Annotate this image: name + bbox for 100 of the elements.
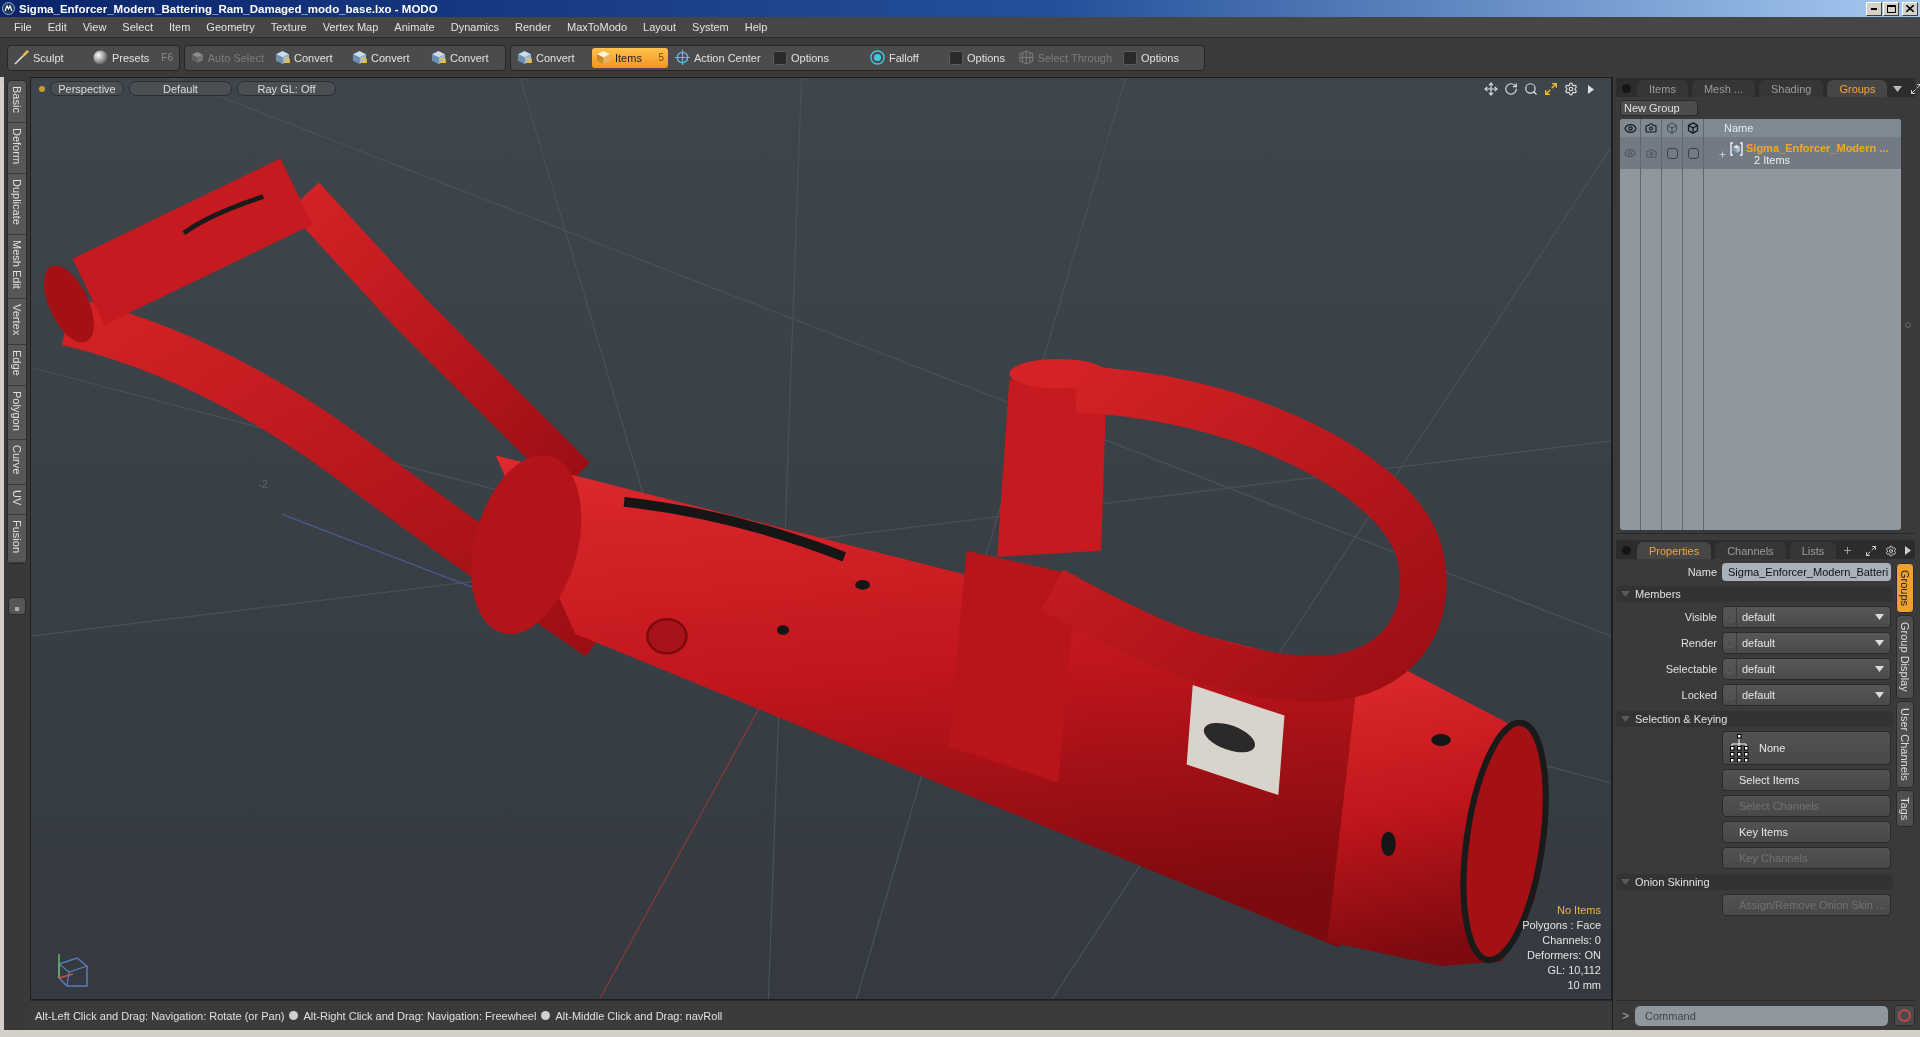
panel-tab[interactable]: Channels [1715, 542, 1786, 559]
section-header[interactable]: Selection & Keying [1616, 711, 1893, 727]
expand-icon [1865, 544, 1877, 557]
vertical-tab[interactable]: Edge [8, 344, 26, 386]
dropdown[interactable]: default [1722, 606, 1891, 628]
menu-item[interactable]: Render [507, 17, 560, 37]
vertical-tab[interactable]: Groups [1896, 563, 1914, 614]
panel-tab[interactable]: Groups [1827, 80, 1888, 97]
settings-button[interactable] [1563, 81, 1579, 97]
cube-arrow-icon [352, 50, 367, 65]
dropdown[interactable]: default [1722, 684, 1891, 706]
camera-icon [1645, 122, 1657, 134]
plus-icon [1842, 545, 1854, 556]
zoom-button[interactable] [1523, 81, 1539, 97]
vertical-tab[interactable]: Curve [8, 440, 26, 485]
dropdown[interactable]: default [1722, 658, 1891, 680]
cube-arrow-icon [431, 50, 446, 65]
command-field[interactable]: Command [1635, 1005, 1888, 1026]
dropdown[interactable]: default [1722, 632, 1891, 654]
tool-button[interactable]: Items 5 [592, 47, 668, 68]
menu-item[interactable]: Animate [386, 17, 443, 37]
caret-down-icon [1875, 666, 1884, 672]
menu-item[interactable]: Vertex Map [314, 17, 387, 37]
eye-icon [1623, 121, 1637, 135]
new-group-button[interactable]: New Group [1620, 100, 1698, 116]
view-option-button[interactable]: Default [129, 81, 232, 96]
brush-icon [14, 50, 29, 65]
menu-item[interactable]: Help [736, 17, 776, 37]
tool-button[interactable]: Presets F6 [89, 47, 177, 68]
section-header[interactable]: Onion Skinning [1616, 874, 1893, 890]
menu-item[interactable]: Item [160, 17, 199, 37]
menu-item[interactable]: File [6, 17, 40, 37]
cube-arrow-icon [517, 50, 532, 65]
section-header[interactable]: Members [1616, 586, 1893, 602]
minimize-button[interactable] [1866, 1, 1882, 16]
tool-button[interactable]: Action Center [671, 47, 766, 68]
vertical-tab[interactable]: User Channels [1896, 700, 1914, 788]
menu-item[interactable]: Texture [262, 17, 315, 37]
hierarchy-button[interactable]: None [1722, 731, 1891, 765]
caret-right-icon [1588, 84, 1594, 94]
vertical-tab[interactable]: Tags [1896, 789, 1914, 827]
checkbox-icon [1666, 147, 1678, 159]
axis-gizmo-icon [55, 952, 89, 988]
logo-icon [2, 2, 15, 15]
minimize-icon [1871, 7, 1877, 10]
menu-item[interactable]: Select [114, 17, 161, 37]
move-icon [1484, 82, 1498, 96]
vertical-tab[interactable]: Fusion [8, 515, 26, 564]
maximize-icon [1886, 4, 1896, 13]
menu-item[interactable]: Edit [39, 17, 75, 37]
vertical-tab[interactable]: Mesh Edit [8, 234, 26, 299]
menu-item[interactable]: MaxToModo [559, 17, 635, 37]
stat-text: Polygons : Face [1522, 918, 1601, 933]
menu-item[interactable]: Geometry [198, 17, 263, 37]
name-field[interactable]: Sigma_Enforcer_Modern_Batteri [1722, 563, 1891, 581]
vertical-tab[interactable]: Polygon [8, 385, 26, 441]
tool-button[interactable]: Convert [427, 47, 503, 68]
vertical-tab[interactable]: Basic [8, 81, 26, 123]
tool-button[interactable]: Options [945, 47, 1012, 68]
maximize-view-button[interactable] [1543, 81, 1559, 97]
maximize-button[interactable] [1883, 1, 1899, 16]
tool-button[interactable]: Options [1119, 47, 1202, 68]
vertical-tab[interactable]: UV [8, 484, 26, 516]
menu-item[interactable]: Dynamics [442, 17, 507, 37]
tool-button[interactable]: Convert [271, 47, 345, 68]
panel-toggle-button[interactable] [8, 597, 26, 616]
menu-item[interactable]: Layout [635, 17, 685, 37]
panel-tab[interactable]: Mesh ... [1691, 80, 1756, 97]
panel-tab[interactable]: Items [1637, 80, 1688, 97]
tool-button[interactable]: Options [769, 47, 863, 68]
tool-button[interactable]: Convert [348, 47, 424, 68]
group-row[interactable]: Sigma_Enforcer_Modern ... 2 Items [1620, 137, 1901, 169]
record-button[interactable] [1894, 1005, 1915, 1026]
tool-button[interactable]: Sculpt [10, 47, 86, 68]
view-option-button[interactable]: Ray GL: Off [237, 81, 336, 96]
tool-button[interactable]: Convert [513, 47, 589, 68]
crosshair-icon [675, 50, 690, 65]
group-icon [1730, 142, 1743, 156]
expand-icon [1544, 82, 1558, 96]
hierarchy-icon [1729, 734, 1749, 762]
vertical-tab[interactable]: Group Display [1896, 615, 1914, 699]
target-icon [870, 50, 885, 65]
panel-tab[interactable]: Properties [1637, 542, 1712, 559]
status-hint: Alt-Right Click and Drag: Navigation: Freewheel [303, 1009, 537, 1022]
panel-tab[interactable]: Lists [1789, 542, 1837, 559]
vertical-tab[interactable]: Deform [8, 122, 26, 174]
vertical-tab[interactable]: Vertex [8, 298, 26, 345]
eye-icon [1624, 147, 1636, 159]
panel-tab[interactable]: Shading [1759, 80, 1824, 97]
menu-item[interactable]: System [684, 17, 737, 37]
view-option-button[interactable]: Perspective [50, 81, 124, 96]
close-button[interactable] [1902, 1, 1918, 16]
panel-button[interactable]: Key Items [1722, 821, 1891, 843]
vertical-tab[interactable]: Duplicate [8, 173, 26, 235]
stat-text: Channels: 0 [1542, 933, 1601, 948]
panel-button[interactable]: Select Items [1722, 769, 1891, 791]
rotate-button[interactable] [1503, 81, 1519, 97]
tool-button[interactable]: Falloff [866, 47, 942, 68]
menu-item[interactable]: View [74, 17, 115, 37]
move-button[interactable] [1483, 81, 1499, 97]
